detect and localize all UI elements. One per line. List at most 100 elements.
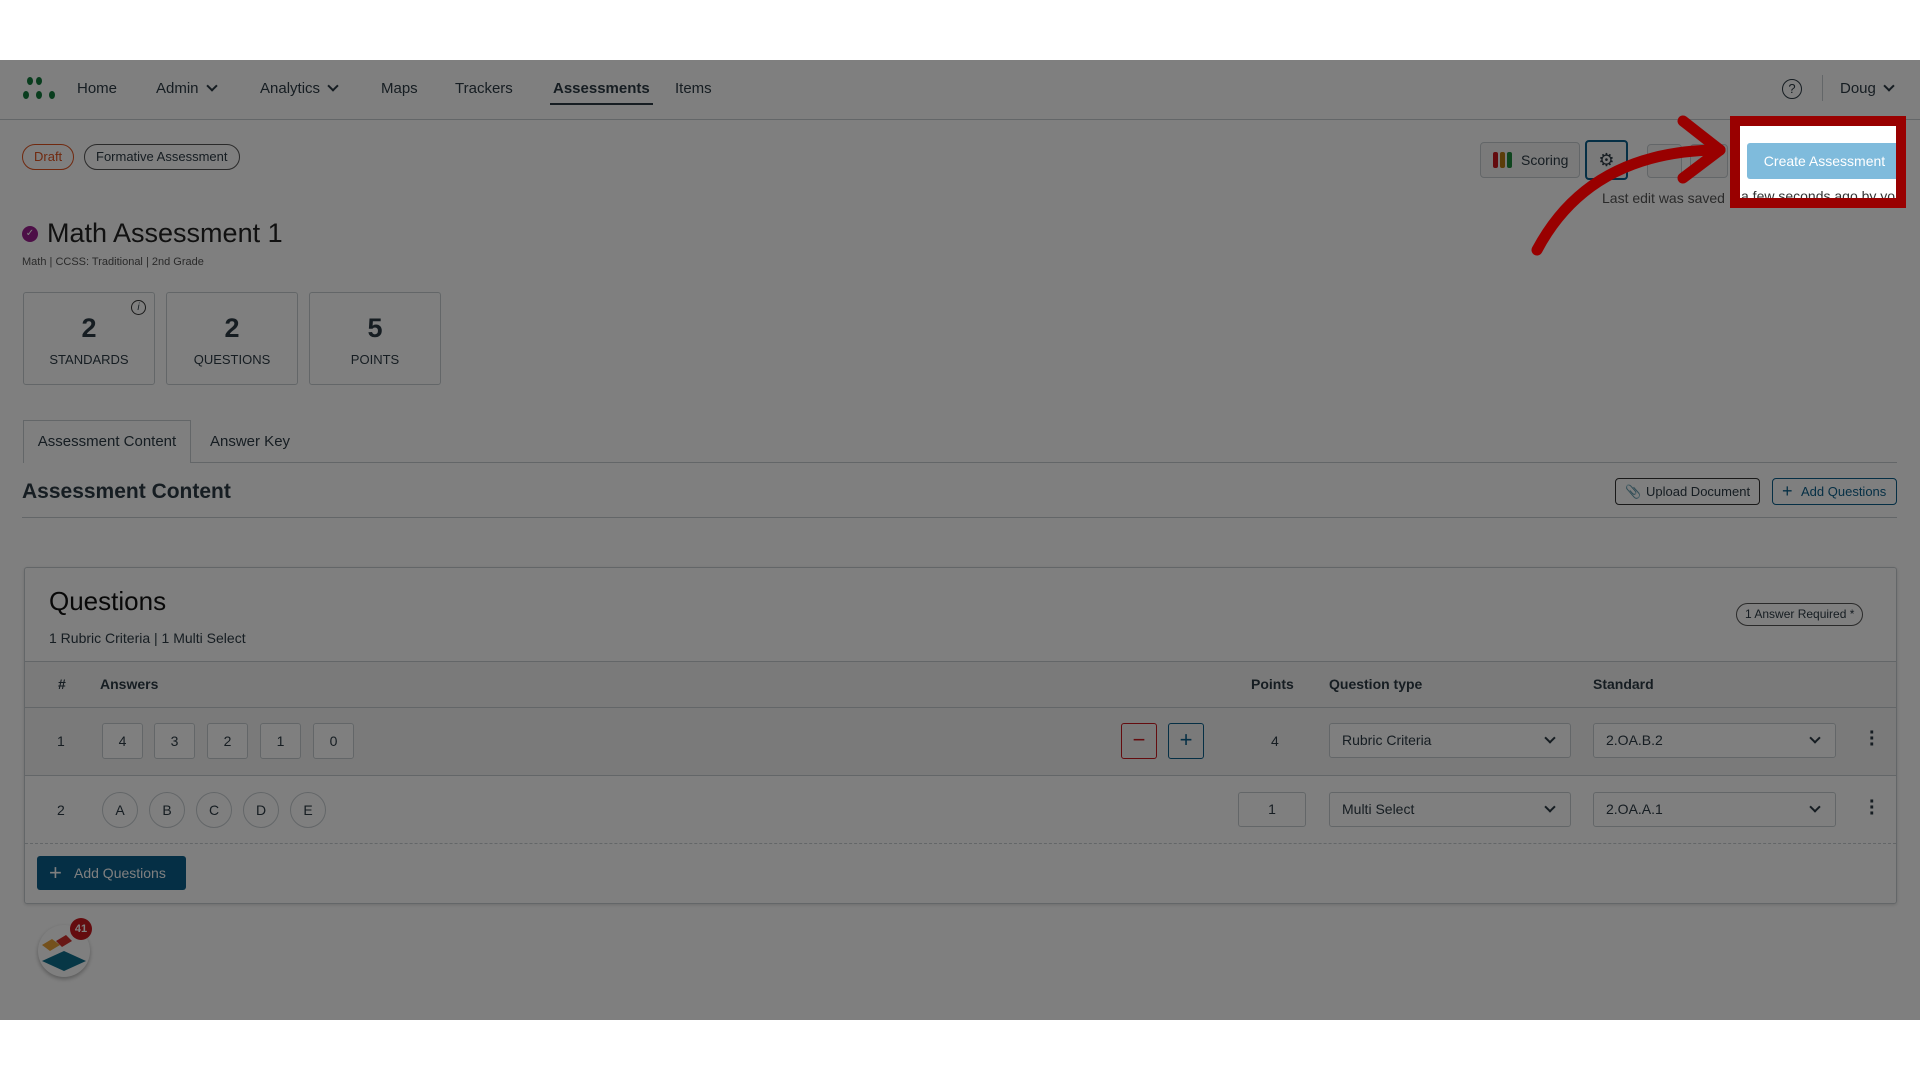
stat-questions: 2 QUESTIONS [166, 292, 298, 385]
stat-value: 2 [81, 313, 97, 343]
settings-gear-button[interactable]: ⚙ [1585, 140, 1628, 180]
question-circle-icon[interactable]: ? [1782, 79, 1802, 99]
add-questions-button[interactable]: + Add Questions [37, 856, 186, 890]
user-name: Doug [1840, 80, 1876, 97]
kebab-menu-icon[interactable]: · · · [1869, 723, 1876, 755]
question-type-select[interactable]: Multi Select [1329, 792, 1571, 827]
questions-title: Questions [49, 586, 167, 616]
app: Home Admin Analytics Maps Trackers Asses… [0, 60, 1920, 1020]
stat-value: 2 [224, 313, 240, 343]
standard-select[interactable]: 2.OA.A.1 [1593, 792, 1836, 827]
divider [1822, 75, 1823, 101]
select-value: Rubric Criteria [1342, 732, 1432, 748]
nav-items[interactable]: Items [675, 80, 712, 97]
answer-option[interactable]: E [290, 792, 326, 828]
table-header: # Answers Points Question type Standard [25, 661, 1896, 708]
nav-home[interactable]: Home [77, 80, 117, 97]
nav-maps[interactable]: Maps [381, 80, 418, 97]
questions-card: Questions 1 Rubric Criteria | 1 Multi Se… [24, 567, 1897, 904]
stat-value: 5 [367, 313, 383, 343]
subject: Math [22, 256, 47, 268]
tab-assessment-content[interactable]: Assessment Content [23, 420, 191, 463]
help-widget[interactable]: 41 [38, 918, 92, 977]
nav-assessments[interactable]: Assessments [550, 80, 653, 105]
chevron-down-icon [327, 80, 339, 92]
stat-points: 5 POINTS [309, 292, 441, 385]
chevron-down-icon [1544, 732, 1556, 744]
verified-badge-icon: ✓ [22, 226, 38, 242]
question-type-select[interactable]: Rubric Criteria [1329, 723, 1571, 758]
minus-icon: − [1132, 727, 1146, 752]
add-label: Add Questions [1801, 484, 1887, 499]
divider [22, 517, 1897, 518]
toolbar-button[interactable] [1690, 144, 1728, 178]
add-questions-top-button[interactable]: + Add Questions [1772, 478, 1897, 505]
standard-select[interactable]: 2.OA.B.2 [1593, 723, 1836, 758]
assessment-type-badge: Formative Assessment [84, 144, 240, 170]
stat-label: POINTS [350, 352, 400, 367]
answer-option[interactable]: D [243, 792, 279, 828]
chevron-down-icon [1544, 801, 1556, 813]
paperclip-icon: 📎 [1625, 484, 1642, 499]
add-answer-button[interactable]: + [1168, 723, 1204, 759]
plus-icon: + [49, 860, 62, 885]
select-value: Multi Select [1342, 801, 1415, 817]
last-saved-time: a few seconds ago by you [1741, 188, 1903, 204]
col-answers: Answers [100, 676, 159, 692]
assessment-meta: Math | CCSS: Traditional | 2nd Grade [22, 256, 204, 268]
scoring-button[interactable]: Scoring [1480, 142, 1580, 178]
remove-answer-button[interactable]: − [1121, 723, 1157, 759]
info-icon[interactable]: i [131, 300, 146, 315]
framework: CCSS: Traditional [55, 256, 143, 268]
user-menu[interactable]: Doug [1840, 80, 1895, 97]
row-num: 1 [57, 733, 65, 749]
answer-option[interactable]: B [149, 792, 185, 828]
col-standard: Standard [1593, 676, 1654, 692]
answer-option[interactable]: 3 [154, 723, 195, 759]
nav-admin-label: Admin [156, 80, 199, 97]
nav-analytics-label: Analytics [260, 80, 321, 97]
col-num: # [58, 676, 66, 692]
grade: 2nd Grade [151, 256, 204, 268]
kebab-menu-icon[interactable]: · · · [1869, 792, 1876, 824]
nav-trackers[interactable]: Trackers [455, 80, 513, 97]
page-title: Math Assessment 1 [47, 218, 283, 248]
answer-option[interactable]: C [196, 792, 232, 828]
points-input[interactable]: 1 [1238, 792, 1306, 827]
add-label: Add Questions [74, 865, 166, 881]
chevron-down-icon [1809, 732, 1821, 744]
stat-label: STANDARDS [49, 352, 129, 367]
logo-icon[interactable] [22, 76, 58, 102]
row-points: 4 [1271, 733, 1279, 749]
plus-icon: + [1782, 481, 1793, 501]
answer-option[interactable]: 0 [313, 723, 354, 759]
chevron-down-icon [1883, 80, 1895, 92]
plus-icon: + [1179, 727, 1193, 752]
answer-option[interactable]: 2 [207, 723, 248, 759]
last-saved-text: Last edit was saved [1602, 190, 1725, 206]
upload-label: Upload Document [1646, 484, 1751, 499]
upload-document-button[interactable]: 📎 Upload Document [1615, 478, 1760, 505]
table-row: 1 4 3 2 1 0 − + 4 Rubric Criteria 2.OA.B… [25, 708, 1896, 776]
gear-icon: ⚙ [1598, 150, 1615, 170]
chevron-down-icon [205, 80, 218, 92]
nav-admin[interactable]: Admin [156, 80, 218, 97]
stat-standards: i 2 STANDARDS [23, 292, 155, 385]
answer-option[interactable]: 1 [260, 723, 301, 759]
nav-analytics[interactable]: Analytics [260, 80, 339, 97]
row-num: 2 [57, 802, 65, 818]
answer-option[interactable]: 4 [102, 723, 143, 759]
draft-badge: Draft [22, 144, 75, 170]
col-type: Question type [1329, 676, 1423, 692]
highlight-box: Create Assessment a few seconds ago by y… [1730, 116, 1906, 208]
section-heading: Assessment Content [22, 480, 231, 503]
toolbar-button[interactable] [1647, 144, 1682, 178]
select-value: 2.OA.A.1 [1606, 801, 1663, 817]
chevron-down-icon [1809, 801, 1821, 813]
answer-option[interactable]: A [102, 792, 138, 828]
tab-answer-key[interactable]: Answer Key [210, 433, 290, 450]
tab-divider [23, 462, 1897, 463]
answer-required-badge: 1 Answer Required * [1736, 603, 1864, 626]
create-assessment-button[interactable]: Create Assessment [1747, 143, 1896, 179]
table-row: 2 A B C D E 1 Multi Select 2.OA.A.1 · · · [25, 777, 1896, 844]
